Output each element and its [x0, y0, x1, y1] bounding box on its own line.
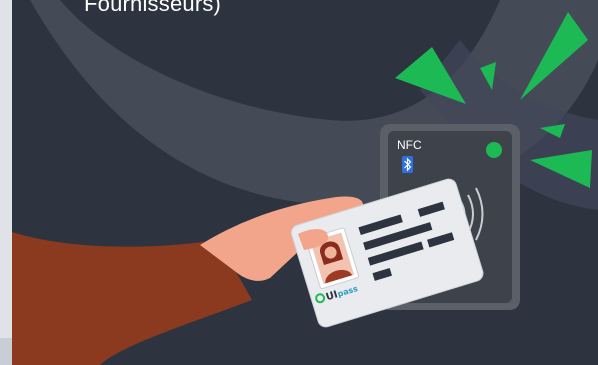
status-led	[486, 142, 502, 158]
caption-text: Fournisseurs)	[84, 0, 222, 16]
illustration-stage: UI pass Fournisseurs) NFC	[0, 0, 598, 365]
nfc-label: NFC	[397, 138, 422, 152]
nfc-illustration: UI pass	[12, 0, 598, 365]
